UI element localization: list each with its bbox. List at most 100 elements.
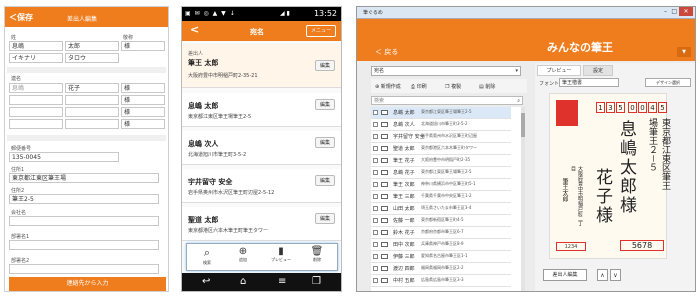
checkbox[interactable] bbox=[373, 254, 378, 259]
company-field[interactable] bbox=[9, 216, 159, 226]
search-input[interactable]: 検索 ⌕ bbox=[371, 96, 523, 105]
checkbox[interactable] bbox=[373, 266, 378, 271]
list-item[interactable]: 筆王 次郎 神奈川県横浜市中区筆王町5-1 bbox=[371, 179, 511, 191]
tab-settings[interactable]: 設定 bbox=[583, 65, 613, 76]
checkbox[interactable] bbox=[373, 230, 378, 235]
edit-button[interactable]: 編集 bbox=[315, 60, 335, 71]
joint-last-field[interactable] bbox=[9, 95, 63, 105]
zip-digit: 4 bbox=[648, 102, 657, 113]
back-save-button[interactable]: ＜保存 bbox=[9, 12, 33, 23]
address-card[interactable]: 聖道 太郎 東京都港区六本木筆王町筆王タワー 編集 bbox=[182, 207, 341, 241]
recent-apps-icon[interactable]: ❐ bbox=[312, 276, 321, 287]
home-icon[interactable]: ⌂ bbox=[240, 276, 246, 287]
last-name-field[interactable]: 息嶋 bbox=[9, 41, 63, 51]
close-icon[interactable]: ✕ bbox=[679, 7, 693, 16]
address1-field[interactable]: 東京都江東区筆王場 bbox=[9, 173, 159, 183]
joint-last-field[interactable]: 息嶋 bbox=[9, 83, 63, 93]
checkbox[interactable] bbox=[373, 218, 378, 223]
joint-honor-field[interactable]: 様 bbox=[121, 119, 165, 129]
joint-first-field[interactable] bbox=[65, 119, 119, 129]
checkbox[interactable] bbox=[373, 278, 378, 283]
preview-tool[interactable]: ▮ プレビュー bbox=[265, 246, 297, 263]
print-button[interactable]: ⎙ 印刷 bbox=[411, 83, 427, 90]
menu-icon[interactable]: ≡ bbox=[278, 276, 286, 287]
checkbox[interactable] bbox=[373, 242, 378, 247]
new-button[interactable]: ⊕ 新規作成 bbox=[375, 83, 401, 90]
dept2-field[interactable] bbox=[9, 264, 159, 274]
first-name-field[interactable]: 太郎 bbox=[65, 41, 119, 51]
dropdown-icon[interactable]: ▼ bbox=[677, 47, 691, 57]
list-item[interactable]: 宇井留守 安全 岩手県奥州市水沢区筆王町辺屋 bbox=[371, 131, 511, 143]
row-address: 岩手県奥州市水沢区筆王町辺屋 bbox=[421, 133, 477, 138]
list-item[interactable]: 息嶋 次人 北海道旭川市筆王町3-5-2 bbox=[371, 119, 511, 131]
font-select[interactable]: 筆王楷書 bbox=[559, 78, 619, 87]
delete-tool[interactable]: 🗑 削除 bbox=[303, 246, 331, 263]
list-item[interactable]: 鈴木 花子 京都府京都市筆王区6-7 bbox=[371, 227, 511, 239]
joint-last-field[interactable] bbox=[9, 107, 63, 117]
row-name: 佐藤 一郎 bbox=[393, 218, 415, 224]
first-kana-field[interactable]: タロウ bbox=[65, 53, 119, 63]
joint-honor-field[interactable]: 様 bbox=[121, 107, 165, 117]
down-arrow-icon[interactable]: ∨ bbox=[610, 269, 621, 281]
address-card[interactable]: 息嶋 次人 北海道旭川市筆王町3-5-2 編集 bbox=[182, 131, 341, 165]
label-honorific: 敬称 bbox=[123, 35, 134, 41]
group-select[interactable]: 宛名 ▾ bbox=[371, 66, 521, 76]
joint-first-field[interactable] bbox=[65, 95, 119, 105]
list-item[interactable]: 筆王 三郎 千葉県千葉市中央区筆王1-2 bbox=[371, 191, 511, 203]
minimize-icon[interactable]: – bbox=[664, 8, 667, 15]
sender-card[interactable]: 差出人 筆王 太郎 大阪府豊中市明稲戸町2-35-21 編集 bbox=[182, 44, 341, 88]
checkbox[interactable] bbox=[373, 158, 378, 163]
checkbox[interactable] bbox=[373, 122, 378, 127]
maximize-icon[interactable]: □ bbox=[671, 8, 677, 15]
joint-honor-field[interactable]: 様 bbox=[121, 83, 165, 93]
checkbox[interactable] bbox=[373, 146, 378, 151]
checkbox[interactable] bbox=[373, 182, 378, 187]
list-scrollbar[interactable] bbox=[521, 107, 525, 291]
joint-last-field[interactable] bbox=[9, 119, 63, 129]
list-item[interactable]: 渡辺 四郎 福岡県福岡市筆王区2-2 bbox=[371, 263, 511, 275]
checkbox[interactable] bbox=[373, 170, 378, 175]
scrollbar-thumb[interactable] bbox=[521, 113, 525, 137]
add-tool[interactable]: ⊕ 追加 bbox=[229, 246, 257, 263]
list-item[interactable]: 筆王 花子 大阪府豊中市明稲戸町2-35 bbox=[371, 155, 511, 167]
last-kana-field[interactable]: イキナリ bbox=[9, 53, 63, 63]
list-item[interactable]: 田中 次郎 兵庫県神戸市筆王区8-9 bbox=[371, 239, 511, 251]
list-item[interactable]: 山田 太郎 埼玉県さいたま市筆王区3-4 bbox=[371, 203, 511, 215]
joint-first-field[interactable] bbox=[65, 107, 119, 117]
tab-preview[interactable]: プレビュー bbox=[537, 65, 581, 76]
address-card[interactable]: 息嶋 太郎 東京都江東区筆王場筆王2-5 編集 bbox=[182, 93, 341, 127]
copy-button[interactable]: ❐ 複製 bbox=[445, 83, 461, 90]
back-button[interactable]: ＜ 戻る bbox=[375, 47, 398, 57]
checkbox[interactable] bbox=[373, 134, 378, 139]
list-item[interactable]: 聖道 太郎 東京都港区六本木筆王町タワー bbox=[371, 143, 511, 155]
list-item[interactable]: 中村 五郎 広島県広島市筆王区3-3 bbox=[371, 275, 511, 287]
design-select-button[interactable]: デザイン選択 bbox=[645, 78, 691, 87]
zip-field[interactable]: 135-0045 bbox=[9, 152, 119, 162]
menu-button[interactable]: メニュー bbox=[306, 25, 336, 37]
edit-button[interactable]: 編集 bbox=[315, 137, 335, 148]
honorific-field[interactable]: 様 bbox=[121, 41, 165, 51]
app-header: ＜ 戻る みんなの筆王 ▼ bbox=[357, 19, 695, 61]
back-arrow-icon[interactable]: < bbox=[190, 23, 199, 36]
checkbox[interactable] bbox=[373, 194, 378, 199]
list-item[interactable]: 佐藤 一郎 東京都新宿区筆王町4-5 bbox=[371, 215, 511, 227]
joint-first-field[interactable]: 花子 bbox=[65, 83, 119, 93]
search-tool[interactable]: ⌕ 検索 bbox=[193, 246, 221, 266]
address2-field[interactable]: 筆王2-5 bbox=[9, 194, 159, 204]
back-icon[interactable]: ↩ bbox=[202, 276, 210, 287]
checkbox[interactable] bbox=[373, 206, 378, 211]
delete-button[interactable]: ▤ 削除 bbox=[479, 83, 495, 90]
address-card[interactable]: 宇井留守 安全 岩手県奥州市水沢区筆王町辺屋2-5-12 編集 bbox=[182, 169, 341, 203]
list-item[interactable]: 息嶋 花子 東京都江東区筆王場筆王2-5 bbox=[371, 167, 511, 179]
checkbox[interactable] bbox=[373, 110, 378, 115]
import-from-contacts-button[interactable]: 連絡先から入力 bbox=[9, 277, 166, 291]
list-item[interactable]: 伊藤 三郎 愛知県名古屋市筆王区1-1 bbox=[371, 251, 511, 263]
edit-button[interactable]: 編集 bbox=[315, 175, 335, 186]
edit-button[interactable]: 編集 bbox=[315, 99, 335, 110]
sender-edit-button[interactable]: 差出人編集 bbox=[543, 269, 587, 281]
edit-button[interactable]: 編集 bbox=[315, 213, 335, 224]
dept1-field[interactable] bbox=[9, 240, 159, 250]
list-item[interactable]: 息嶋 太郎 東京都江東区筆王場筆王2-5 bbox=[371, 107, 511, 119]
up-arrow-icon[interactable]: ∧ bbox=[597, 269, 608, 281]
joint-honor-field[interactable]: 様 bbox=[121, 95, 165, 105]
